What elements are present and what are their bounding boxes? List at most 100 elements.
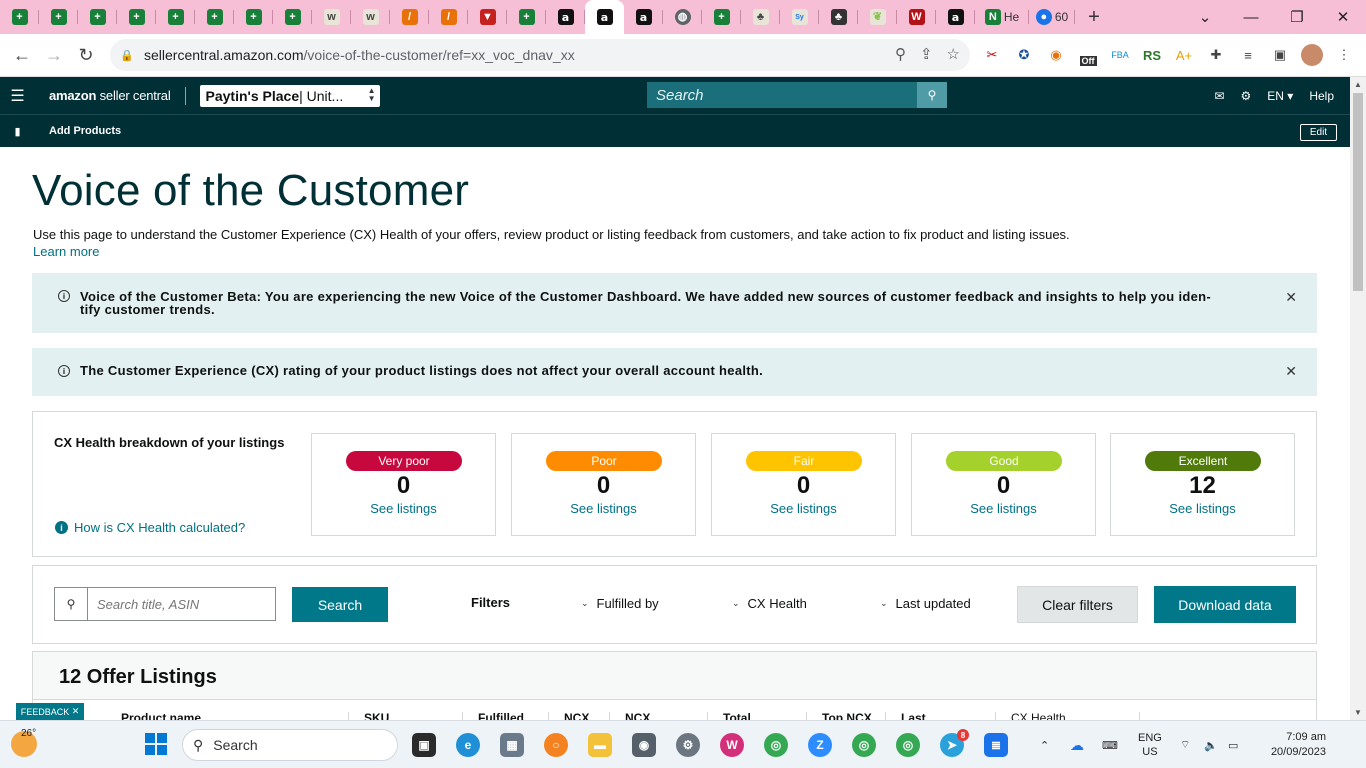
add-products-link[interactable]: Add Products <box>49 125 121 137</box>
tab-plant[interactable]: ♣ <box>741 0 780 34</box>
close-icon[interactable]: ✕ <box>72 706 80 717</box>
zoom-app-icon[interactable]: Z <box>808 733 832 757</box>
download-data-button[interactable]: Download data <box>1154 586 1296 623</box>
language-selector[interactable]: EN ▾ <box>1267 89 1293 103</box>
fba-extension-icon[interactable]: FBA <box>1109 44 1131 66</box>
lock-icon[interactable]: 🔒 <box>120 48 134 62</box>
tab-sheets-10[interactable]: + <box>702 0 741 34</box>
bookmark-star-icon[interactable]: ☆ <box>947 45 960 63</box>
share-icon[interactable]: ⇪ <box>920 45 933 63</box>
header-search-input[interactable] <box>647 82 917 108</box>
reload-button[interactable]: ↻ <box>70 39 102 71</box>
browser-menu-icon[interactable]: ⋮ <box>1333 44 1355 66</box>
calculator-icon[interactable]: ▦ <box>500 733 524 757</box>
boost-extension-icon[interactable]: A+ <box>1173 44 1195 66</box>
task-view-icon[interactable]: ▣ <box>412 733 436 757</box>
side-panel-icon[interactable]: ▣ <box>1269 44 1291 66</box>
scroll-down-icon[interactable]: ▼ <box>1354 708 1362 717</box>
very-poor-see-listings[interactable]: See listings <box>312 501 495 516</box>
minimize-button[interactable]: — <box>1228 0 1274 34</box>
edit-button[interactable]: Edit <box>1300 124 1337 141</box>
tab-sheets-1[interactable]: + <box>0 0 39 34</box>
forward-button[interactable]: → <box>38 39 70 71</box>
tab-he[interactable]: N He <box>975 0 1029 34</box>
mail-icon[interactable]: ✉ <box>1214 89 1224 103</box>
tab-doc-2[interactable]: w <box>351 0 390 34</box>
tab-clover[interactable]: ♣ <box>819 0 858 34</box>
extension-off-icon[interactable]: Off <box>1077 44 1099 66</box>
page-scrollbar[interactable]: ▲ ▼ <box>1350 77 1366 720</box>
tab-pen-1[interactable]: / <box>390 0 429 34</box>
tab-sheets-6[interactable]: + <box>195 0 234 34</box>
system-clock[interactable]: 7:09 am 20/09/2023 <box>1258 730 1326 760</box>
listing-search-input[interactable] <box>88 588 275 620</box>
onedrive-icon[interactable]: ☁ <box>1070 721 1084 768</box>
notes-icon[interactable]: ≣ <box>984 733 1008 757</box>
tab-amazon-2[interactable]: a <box>624 0 663 34</box>
tab-sheets-9[interactable]: + <box>507 0 546 34</box>
address-bar[interactable]: 🔒 sellercentral.amazon.com/voice-of-the-… <box>110 39 970 71</box>
settings-icon[interactable]: ⚙ <box>676 733 700 757</box>
profile-avatar[interactable] <box>1301 44 1323 66</box>
last-updated-dropdown[interactable]: ⌄ Last updated <box>880 596 971 611</box>
good-see-listings[interactable]: See listings <box>912 501 1095 516</box>
search-button[interactable]: Search <box>292 587 388 622</box>
battery-icon[interactable]: ▭ <box>1228 721 1238 768</box>
extensions-puzzle-icon[interactable]: ✚ <box>1205 44 1227 66</box>
tab-globe[interactable]: ◍ <box>663 0 702 34</box>
cx-health-help-link[interactable]: i How is CX Health calculated? <box>55 520 245 535</box>
app-circle-icon[interactable]: ○ <box>544 733 568 757</box>
scroll-thumb[interactable] <box>1353 93 1363 291</box>
zoom-icon[interactable]: ⚲ <box>895 45 906 63</box>
camera-icon[interactable]: ◉ <box>632 733 656 757</box>
learn-more-link[interactable]: Learn more <box>33 244 99 259</box>
chrome-profile-icon[interactable]: ◎ <box>852 733 876 757</box>
tab-amazon-active[interactable]: a <box>585 0 624 34</box>
new-tab-button[interactable]: + <box>1075 0 1113 34</box>
tab-wv[interactable]: W <box>897 0 936 34</box>
keyboard-icon[interactable]: ⌨ <box>1102 721 1118 768</box>
close-icon[interactable]: ✕ <box>1285 289 1297 306</box>
hamburger-menu-icon[interactable]: ☰ <box>0 86 35 106</box>
tab-maps[interactable]: ● 60 <box>1029 0 1075 34</box>
tab-sheets-5[interactable]: + <box>156 0 195 34</box>
seller-central-logo[interactable]: amazon seller central <box>49 88 171 103</box>
bookmark-icon[interactable]: ▮ <box>0 125 35 138</box>
excellent-see-listings[interactable]: See listings <box>1111 501 1294 516</box>
tab-sheets-4[interactable]: + <box>117 0 156 34</box>
weather-widget-icon[interactable]: 26° <box>11 728 37 757</box>
header-search-button[interactable]: ⚲ <box>917 82 947 108</box>
tab-pen-2[interactable]: / <box>429 0 468 34</box>
volume-icon[interactable]: 🔈 <box>1204 721 1218 768</box>
wps-icon[interactable]: W <box>720 733 744 757</box>
clear-filters-button[interactable]: Clear filters <box>1017 586 1138 623</box>
tab-amazon-1[interactable]: a <box>546 0 585 34</box>
feedback-tab[interactable]: FEEDBACK ✕ <box>16 703 84 720</box>
language-indicator[interactable]: ENG US <box>1138 721 1162 768</box>
media-queue-icon[interactable]: ≡ <box>1237 44 1259 66</box>
extension-icon-2[interactable]: ✪ <box>1013 44 1035 66</box>
start-button[interactable] <box>145 733 167 755</box>
file-explorer-icon[interactable]: ▬ <box>588 733 612 757</box>
close-window-button[interactable]: ✕ <box>1320 0 1366 34</box>
extension-icon-3[interactable]: ◉ <box>1045 44 1067 66</box>
wifi-icon[interactable]: ⌔ <box>1180 721 1190 768</box>
extension-icon-1[interactable]: ✂ <box>981 44 1003 66</box>
tab-sheets-8[interactable]: + <box>273 0 312 34</box>
fulfilled-by-dropdown[interactable]: ⌄ Fulfilled by <box>581 596 659 611</box>
scroll-up-icon[interactable]: ▲ <box>1354 80 1362 89</box>
tab-sheets-2[interactable]: + <box>39 0 78 34</box>
poor-see-listings[interactable]: See listings <box>512 501 695 516</box>
tab-leaf[interactable]: ❦ <box>858 0 897 34</box>
chrome-icon[interactable]: ◎ <box>764 733 788 757</box>
store-selector[interactable]: Paytin's Place | Unit... ▲ ▼ <box>199 84 380 107</box>
chrome-profile-p-icon[interactable]: ◎ <box>896 733 920 757</box>
edge-icon[interactable]: e <box>456 733 480 757</box>
tab-sheets-3[interactable]: + <box>78 0 117 34</box>
cx-health-dropdown[interactable]: ⌄ CX Health <box>732 596 807 611</box>
settings-gear-icon[interactable]: ⚙ <box>1241 89 1252 103</box>
tab-doc-1[interactable]: w <box>312 0 351 34</box>
restore-button[interactable]: ❐ <box>1274 0 1320 34</box>
tab-amazon-3[interactable]: a <box>936 0 975 34</box>
rs-extension-icon[interactable]: RS <box>1141 44 1163 66</box>
